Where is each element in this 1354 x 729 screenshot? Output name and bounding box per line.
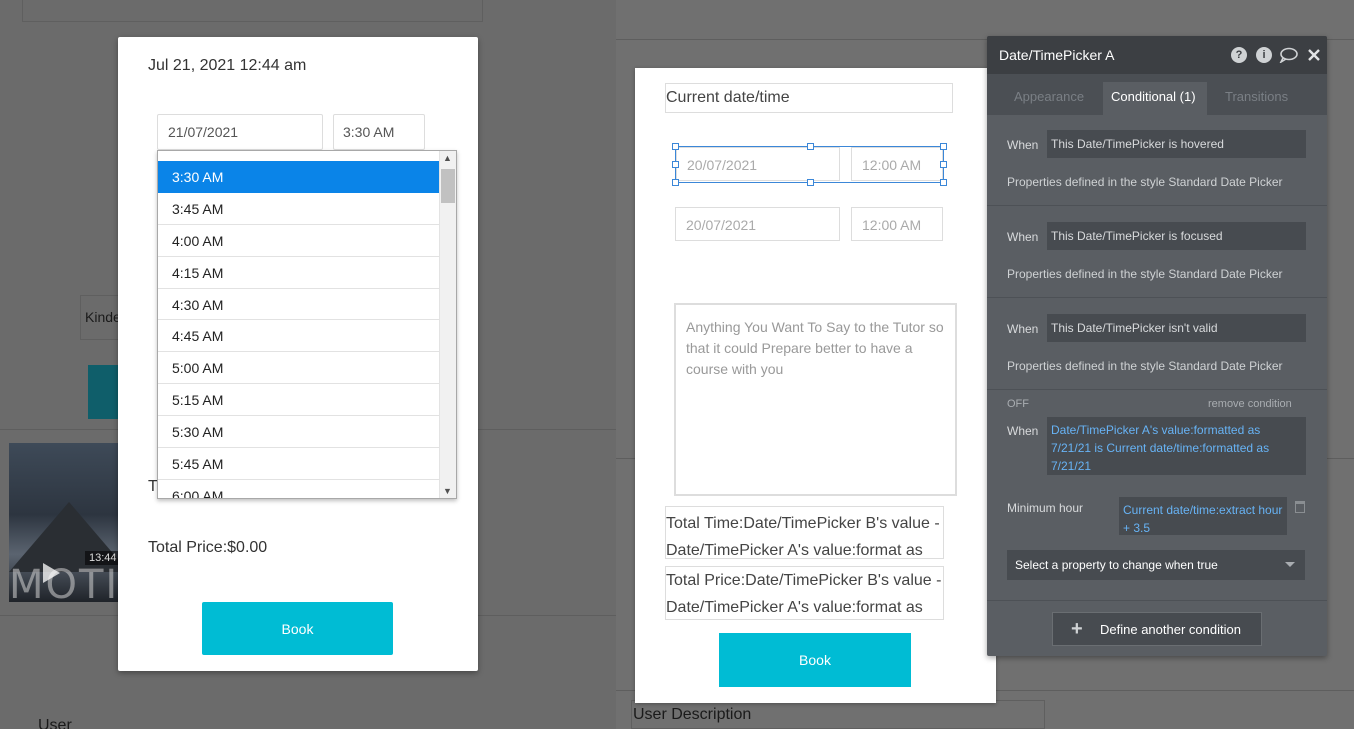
time-options: 3:30 AM 3:45 AM 4:00 AM 4:15 AM 4:30 AM 4:45 … bbox=[158, 161, 440, 498]
condition-style-note: Properties defined in the style Standard… bbox=[1007, 359, 1283, 373]
close-icon[interactable] bbox=[1308, 49, 1320, 61]
condition-invalid[interactable]: This Date/TimePicker isn't valid bbox=[1047, 314, 1306, 342]
minimum-hour-value[interactable]: Current date/time:extract hour + 3.5 bbox=[1119, 497, 1287, 535]
when-label: When bbox=[1007, 424, 1039, 438]
help-icon[interactable]: ? bbox=[1231, 47, 1247, 63]
when-label: When bbox=[1007, 322, 1039, 336]
trash-icon[interactable] bbox=[1295, 501, 1305, 513]
bg-input bbox=[22, 0, 483, 22]
condition-hovered[interactable]: This Date/TimePicker is hovered bbox=[1047, 130, 1306, 158]
bg-teal-button bbox=[88, 365, 120, 419]
condition-off-toggle[interactable]: OFF bbox=[1007, 398, 1029, 410]
selection-box-picker-a[interactable] bbox=[672, 143, 947, 186]
resize-handle[interactable] bbox=[940, 179, 947, 186]
resize-handle[interactable] bbox=[672, 161, 679, 168]
panel-header[interactable]: Date/TimePicker A ? i bbox=[987, 36, 1327, 74]
time-input[interactable]: 3:30 AM bbox=[333, 114, 425, 150]
condition-style-note: Properties defined in the style Standard… bbox=[1007, 175, 1283, 189]
time-option[interactable]: 3:30 AM bbox=[158, 161, 440, 193]
resize-handle[interactable] bbox=[672, 143, 679, 150]
tutor-message-textarea[interactable]: Anything You Want To Say to the Tutor so… bbox=[674, 303, 957, 496]
when-label: When bbox=[1007, 138, 1039, 152]
bg-label-user: User bbox=[38, 717, 72, 729]
date-input[interactable]: 21/07/2021 bbox=[157, 114, 323, 150]
info-icon[interactable]: i bbox=[1256, 47, 1272, 63]
define-condition-button[interactable]: + Define another condition bbox=[1052, 612, 1262, 646]
canvas-book-button[interactable]: Book bbox=[719, 633, 911, 687]
chevron-down-icon bbox=[1285, 562, 1295, 567]
dropdown-scrollbar[interactable]: ▲ ▼ bbox=[439, 151, 456, 498]
tab-appearance[interactable]: Appearance bbox=[1014, 89, 1084, 104]
panel-title: Date/TimePicker A bbox=[999, 47, 1115, 63]
time-option[interactable]: 5:45 AM bbox=[158, 448, 440, 480]
divider bbox=[987, 389, 1327, 390]
time-option[interactable]: 4:30 AM bbox=[158, 289, 440, 321]
property-editor-panel: Date/TimePicker A ? i Appearance Conditi… bbox=[987, 36, 1327, 656]
scrollbar-thumb[interactable] bbox=[441, 169, 455, 203]
resize-handle[interactable] bbox=[807, 143, 814, 150]
current-datetime-text[interactable]: Current date/time bbox=[665, 83, 953, 113]
when-label: When bbox=[1007, 230, 1039, 244]
divider bbox=[987, 600, 1327, 601]
resize-handle[interactable] bbox=[940, 143, 947, 150]
time-option[interactable]: 3:45 AM bbox=[158, 193, 440, 225]
scroll-down-icon[interactable]: ▼ bbox=[443, 486, 452, 496]
resize-handle[interactable] bbox=[807, 179, 814, 186]
minimum-hour-label: Minimum hour bbox=[1007, 501, 1084, 515]
total-time-text[interactable]: Total Time:Date/TimePicker B's value - D… bbox=[665, 506, 944, 559]
tab-conditional[interactable]: Conditional (1) bbox=[1103, 82, 1207, 115]
condition-focused[interactable]: This Date/TimePicker is focused bbox=[1047, 222, 1306, 250]
condition-style-note: Properties defined in the style Standard… bbox=[1007, 267, 1283, 281]
time-option[interactable]: 5:15 AM bbox=[158, 384, 440, 417]
condition-expression[interactable]: Date/TimePicker A's value:formatted as 7… bbox=[1047, 417, 1306, 475]
time-option[interactable]: 4:00 AM bbox=[158, 225, 440, 257]
resize-handle[interactable] bbox=[940, 161, 947, 168]
bg-user-description: User Description bbox=[631, 700, 1045, 729]
total-price-text[interactable]: Total Price:Date/TimePicker B's value - … bbox=[665, 566, 944, 620]
tab-transitions[interactable]: Transitions bbox=[1225, 89, 1288, 104]
divider bbox=[987, 205, 1327, 206]
picker-b-time[interactable]: 12:00 AM bbox=[851, 207, 943, 241]
video-thumbnail: MOTI 13:44 bbox=[9, 443, 119, 602]
divider bbox=[987, 297, 1327, 298]
remove-condition-link[interactable]: remove condition bbox=[1208, 398, 1292, 410]
book-button[interactable]: Book bbox=[202, 602, 393, 655]
time-dropdown-list[interactable]: 3:30 AM 3:45 AM 4:00 AM 4:15 AM 4:30 AM 4:45 … bbox=[157, 150, 457, 499]
popup-datetime-title: Jul 21, 2021 12:44 am bbox=[148, 57, 307, 74]
scroll-up-icon[interactable]: ▲ bbox=[443, 153, 452, 163]
panel-tabs: Appearance Conditional (1) Transitions bbox=[987, 74, 1327, 115]
total-price-label: Total Price:$0.00 bbox=[148, 539, 268, 556]
time-option[interactable]: 5:00 AM bbox=[158, 352, 440, 385]
time-option[interactable]: 5:30 AM bbox=[158, 416, 440, 449]
bg-label-kinde: Kinde bbox=[85, 309, 121, 325]
property-select-dropdown[interactable]: Select a property to change when true bbox=[1007, 550, 1305, 580]
plus-icon: + bbox=[1071, 618, 1083, 640]
resize-handle[interactable] bbox=[672, 179, 679, 186]
comment-icon[interactable] bbox=[1279, 47, 1298, 63]
time-option[interactable]: 4:45 AM bbox=[158, 320, 440, 353]
time-option[interactable]: 6:00 AM bbox=[158, 480, 440, 498]
time-option[interactable]: 4:15 AM bbox=[158, 257, 440, 289]
play-icon bbox=[43, 563, 60, 583]
video-duration: 13:44 bbox=[85, 551, 119, 565]
picker-b-date[interactable]: 20/07/2021 bbox=[675, 207, 840, 241]
